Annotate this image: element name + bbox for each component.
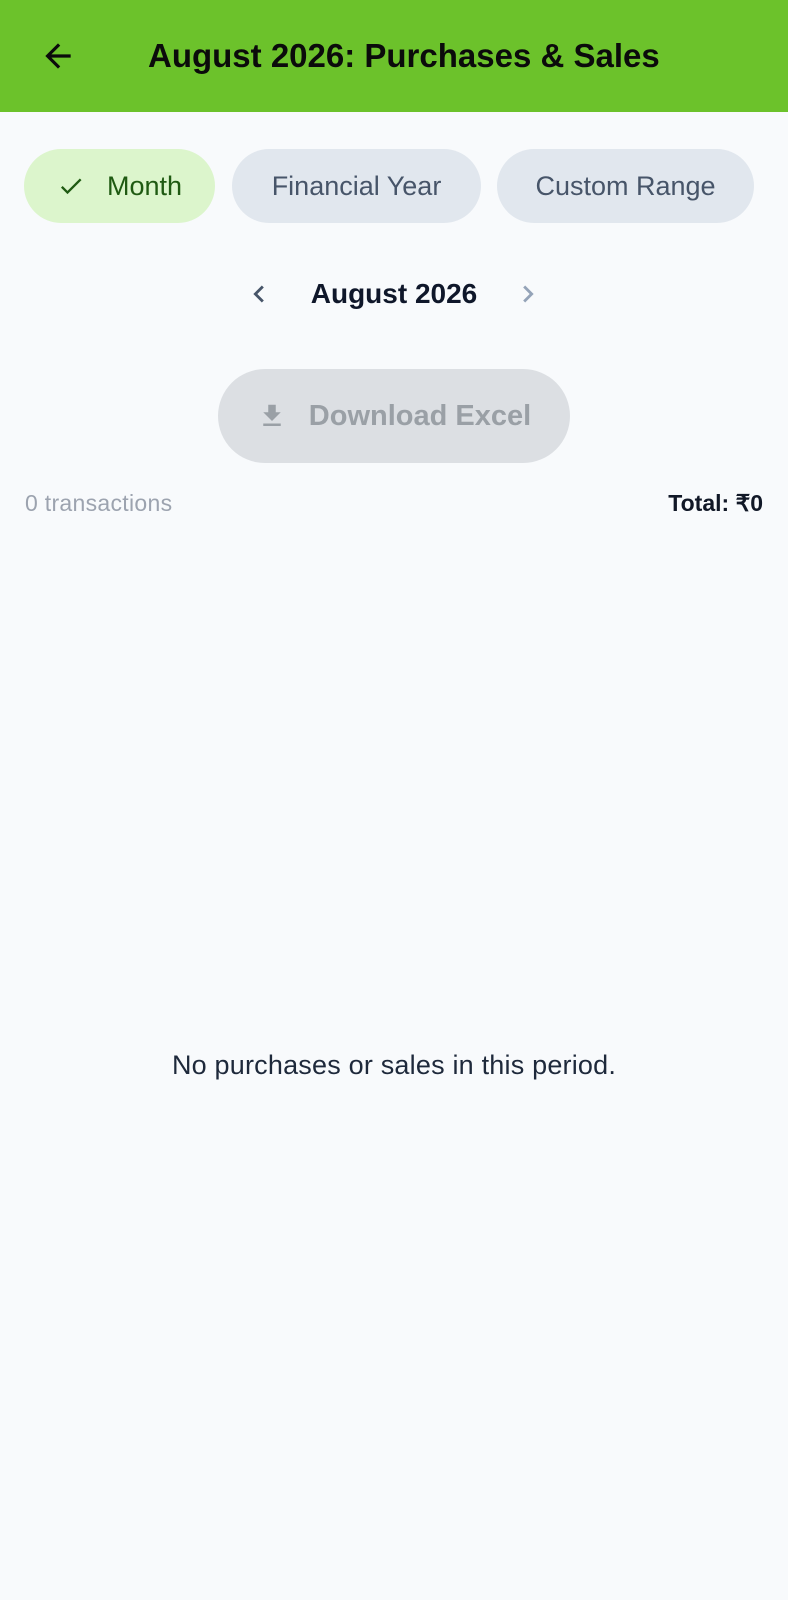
chevron-right-icon [523,285,534,303]
current-month-label: August 2026 [310,278,478,309]
previous-month-button[interactable] [233,268,285,320]
app-bar: August 2026: Purchases & Sales [0,0,788,112]
check-icon [57,172,85,200]
chip-month[interactable]: Month [24,149,215,223]
page-title: August 2026: Purchases & Sales [148,37,660,74]
chip-custom-range[interactable]: Custom Range [497,149,754,223]
chip-financial-year[interactable]: Financial Year [232,149,481,223]
download-excel-button[interactable]: Download Excel [218,369,570,463]
chip-custom-range-label: Custom Range [535,170,716,201]
transaction-total: Total: ₹0 [668,490,763,516]
arrow-left-icon [45,43,71,69]
chevron-left-icon [253,285,264,303]
empty-state-message: No purchases or sales in this period. [171,1050,617,1080]
chip-month-label: Month [106,170,183,201]
chip-financial-year-label: Financial Year [271,170,442,201]
next-month-button[interactable] [502,268,554,320]
download-excel-label: Download Excel [308,399,532,432]
download-icon [257,401,287,431]
period-filter-chips: Month Financial Year Custom Range [0,149,788,223]
month-navigator: August 2026 [0,268,788,320]
transaction-count: 0 transactions [25,490,173,516]
back-button[interactable] [28,26,88,86]
